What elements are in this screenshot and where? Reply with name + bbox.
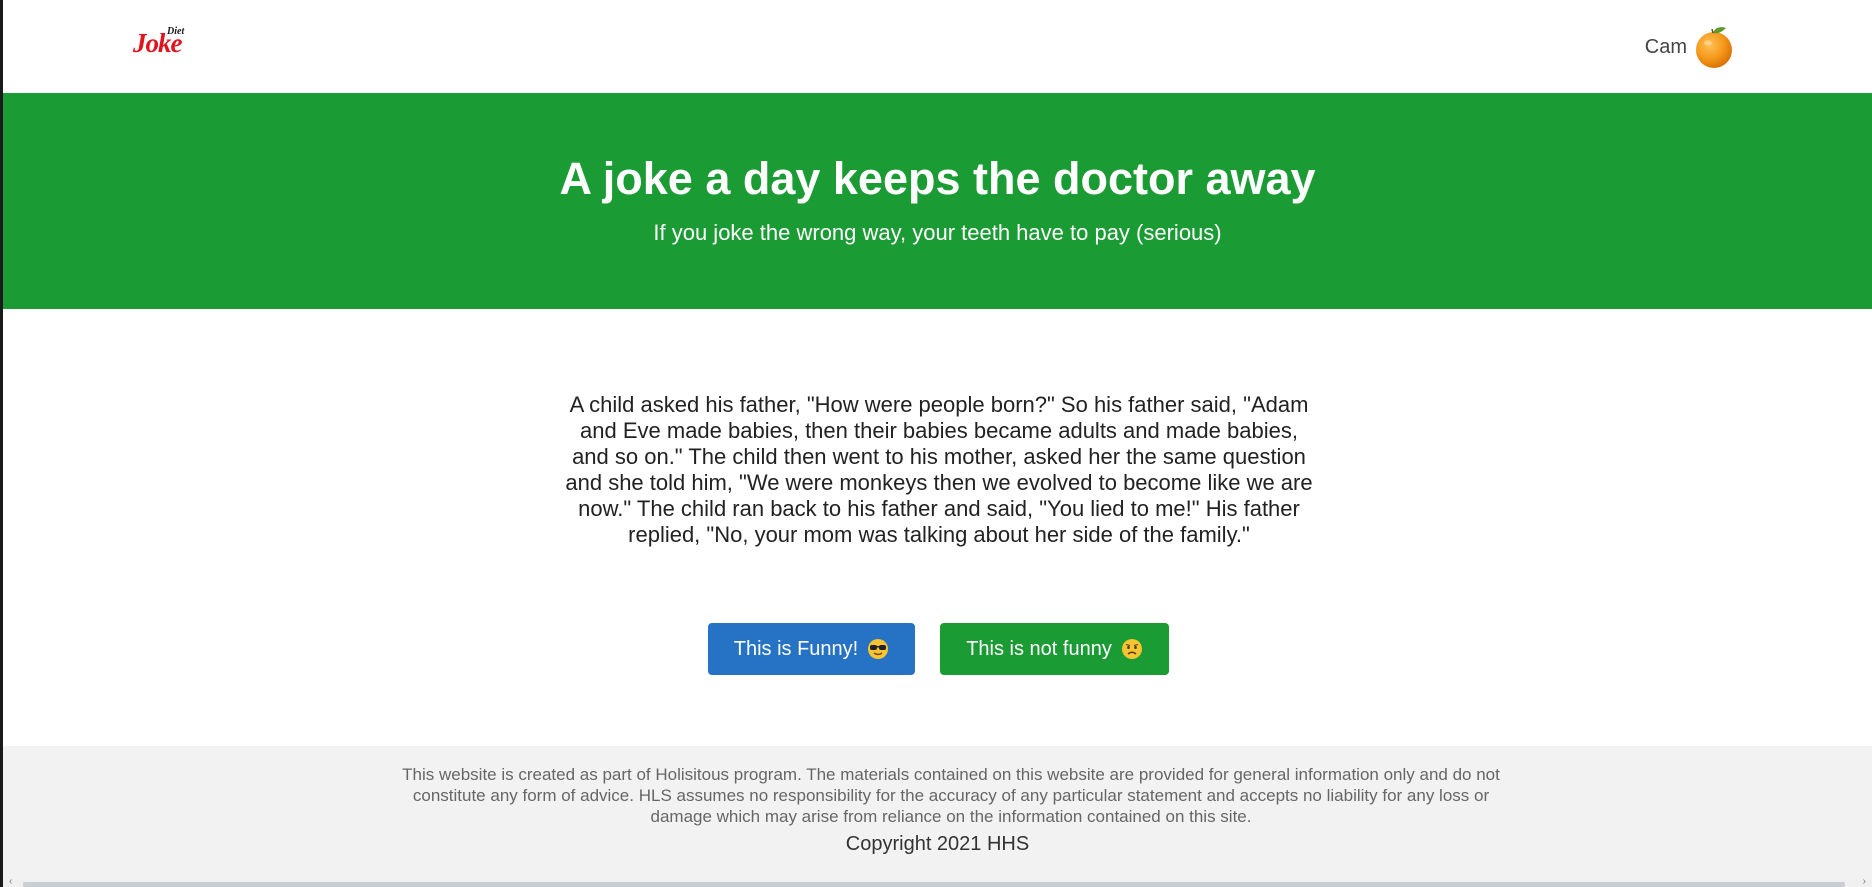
hero-title: A joke a day keeps the doctor away [559, 153, 1316, 204]
user-menu[interactable]: Cam [1645, 24, 1735, 70]
joke-text: A child asked his father, "How were peop… [565, 392, 1313, 547]
funny-button[interactable]: This is Funny! [708, 623, 915, 675]
footer-copyright: Copyright 2021 HHS [845, 833, 1030, 855]
top-navbar: Diet Joke Cam [3, 0, 1872, 93]
page: Diet Joke Cam A joke a day keeps the doc… [0, 0, 1872, 887]
logo-text: Joke [133, 28, 182, 58]
sad-emoji-icon [1121, 639, 1142, 659]
hero-subtitle: If you joke the wrong way, your teeth ha… [653, 220, 1222, 245]
hero-banner: A joke a day keeps the doctor away If yo… [3, 93, 1872, 309]
logo[interactable]: Diet Joke [131, 22, 199, 62]
scroll-left-icon[interactable]: ‹ [9, 876, 12, 887]
rating-buttons: This is Funny! This is not funny [0, 623, 1872, 675]
sunglasses-emoji-icon [868, 639, 889, 659]
scrollbar-thumb[interactable] [23, 882, 1845, 887]
footer-disclaimer: This website is created as part of Holis… [402, 765, 1500, 826]
footer: This website is created as part of Holis… [3, 746, 1872, 880]
orange-avatar-icon [1696, 27, 1732, 68]
funny-button-label: This is Funny! [733, 637, 859, 660]
not-funny-button-label: This is not funny [966, 637, 1112, 660]
not-funny-button[interactable]: This is not funny [940, 623, 1169, 675]
scroll-right-icon[interactable]: › [1863, 876, 1866, 887]
horizontal-scrollbar[interactable]: ‹ › [3, 876, 1872, 887]
user-name: Cam [1644, 35, 1687, 58]
